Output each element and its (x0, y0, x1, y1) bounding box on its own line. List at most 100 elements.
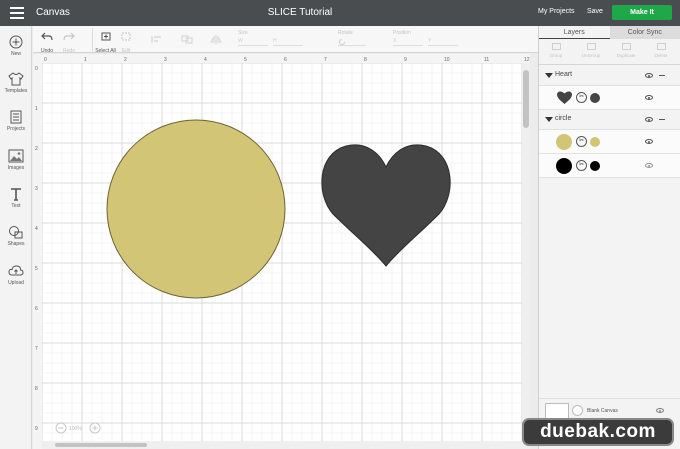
cloud-upload-icon (8, 265, 24, 276)
y-field[interactable]: Y (428, 38, 458, 46)
redo-button[interactable]: Redo (63, 28, 75, 54)
ruler-tick-label: 1 (35, 106, 38, 112)
group-label: Group (549, 53, 563, 58)
ruler-tick-label: 7 (324, 57, 327, 63)
shirt-icon (8, 72, 24, 86)
save-button[interactable]: Save (587, 8, 603, 15)
scissors-icon[interactable]: ✂ (576, 136, 587, 147)
sidebar-item-images[interactable]: Images (0, 149, 32, 171)
scissors-icon[interactable]: ✂ (576, 92, 587, 103)
options-icon[interactable] (659, 119, 665, 120)
layers-list: Heart ✂ circle ✂ ✂ (539, 66, 680, 178)
ruler-tick-label: 2 (35, 146, 38, 152)
vertical-scroll-thumb[interactable] (523, 70, 529, 128)
sidebar-item-shapes[interactable]: Shapes (0, 225, 32, 247)
options-icon[interactable] (659, 75, 665, 76)
height-field[interactable]: H (273, 38, 303, 46)
eye-icon[interactable] (645, 95, 653, 100)
layer-group-name: circle (555, 115, 572, 122)
eye-icon[interactable] (645, 73, 653, 78)
undo-icon (41, 32, 53, 41)
collapse-triangle-icon[interactable] (545, 117, 553, 122)
x-field[interactable]: X (393, 38, 423, 46)
blank-canvas-swatch[interactable] (545, 403, 569, 419)
ruler-tick-label: 5 (35, 266, 38, 272)
ruler-top (33, 54, 530, 63)
arrange-button[interactable] (181, 31, 193, 49)
layer-row-circle-gold[interactable]: ✂ (539, 130, 680, 154)
edit-toolbar: Undo Redo Select All Edit Size W H Rotat… (33, 26, 538, 54)
rotate-icon (339, 39, 345, 45)
collapse-triangle-icon[interactable] (545, 73, 553, 78)
edit-dropdown[interactable]: Edit (121, 28, 131, 54)
sidebar-item-projects[interactable]: Projects (0, 110, 32, 132)
sidebar-item-text[interactable]: Text (0, 187, 32, 209)
circle-swatch (556, 158, 572, 174)
sidebar-item-label: Projects (6, 126, 26, 132)
color-swatch[interactable] (590, 137, 600, 147)
tab-color-sync[interactable]: Color Sync (609, 26, 680, 39)
sidebar-item-label: Upload (8, 280, 24, 286)
blank-canvas-color[interactable] (572, 405, 583, 416)
width-field[interactable]: W (238, 38, 268, 46)
flip-button[interactable] (210, 31, 222, 49)
ungroup-label: UnGroup (581, 53, 601, 58)
ruler-tick-label: 2 (124, 57, 127, 63)
ruler-tick-label: 0 (35, 66, 38, 72)
tab-layers[interactable]: Layers (539, 26, 610, 39)
top-bar: Canvas SLICE Tutorial My Projects Save M… (0, 0, 680, 26)
position-label: Position (393, 30, 411, 36)
align-button[interactable] (151, 31, 163, 49)
group-button[interactable]: Group (539, 43, 573, 58)
design-canvas[interactable]: 0 1 2 3 4 5 6 7 8 9 10 11 12 0123456789 100% (33, 54, 530, 449)
eye-hidden-icon[interactable] (656, 408, 664, 413)
ruler-tick-label: 9 (35, 426, 38, 432)
layer-row-heart[interactable]: ✂ (539, 86, 680, 110)
ruler-tick-label: 7 (35, 346, 38, 352)
image-icon (8, 149, 24, 163)
circle-swatch (556, 134, 572, 150)
eye-hidden-icon[interactable] (645, 163, 653, 168)
group-icon (551, 43, 561, 50)
select-all-button[interactable]: Select All (92, 28, 118, 54)
my-projects-link[interactable]: My Projects (538, 8, 575, 15)
align-icon (151, 36, 161, 43)
rotate-field[interactable] (338, 38, 366, 46)
ruler-tick-label: 5 (244, 57, 247, 63)
sidebar-item-templates[interactable]: Templates (0, 72, 32, 94)
ruler-tick-label: 1 (84, 57, 87, 63)
ungroup-icon (586, 43, 596, 50)
blank-canvas-label: Blank Canvas (587, 408, 618, 414)
sidebar-item-upload[interactable]: Upload (0, 264, 32, 286)
ruler-tick-label: 3 (35, 186, 38, 192)
sidebar-item-new[interactable]: New (0, 35, 32, 57)
color-swatch[interactable] (590, 161, 600, 171)
layer-group-heart[interactable]: Heart (539, 66, 680, 86)
ruler-tick-label: 11 (484, 57, 489, 63)
layer-row-circle-black[interactable]: ✂ (539, 154, 680, 178)
undo-button[interactable]: Undo (41, 28, 53, 54)
color-swatch[interactable] (590, 93, 600, 103)
scissors-icon[interactable]: ✂ (576, 160, 587, 171)
make-it-button[interactable]: Make It (612, 5, 672, 20)
ruler-tick-label: 12 (524, 57, 530, 63)
layer-group-circle[interactable]: circle (539, 110, 680, 130)
duplicate-button[interactable]: Duplicate (609, 43, 643, 58)
ruler-tick-label: 3 (164, 57, 167, 63)
eye-icon[interactable] (645, 139, 653, 144)
size-label: Size (238, 30, 248, 36)
left-sidebar: New Templates Projects Images Text Shape… (0, 26, 32, 449)
arrange-icon (181, 35, 193, 44)
plus-icon (9, 35, 23, 49)
ungroup-button[interactable]: UnGroup (574, 43, 608, 58)
heart-swatch (557, 91, 572, 104)
sidebar-item-label: New (10, 51, 21, 57)
ruler-tick-label: 0 (44, 57, 47, 63)
ruler-tick-label: 4 (204, 57, 207, 63)
sidebar-item-label: Templates (4, 88, 28, 94)
eye-icon[interactable] (645, 117, 653, 122)
watermark-label: duebak.com (522, 418, 674, 446)
delete-button[interactable]: Delete (644, 43, 678, 58)
circle-shape[interactable] (106, 119, 286, 299)
horizontal-scroll-thumb[interactable] (55, 443, 147, 447)
